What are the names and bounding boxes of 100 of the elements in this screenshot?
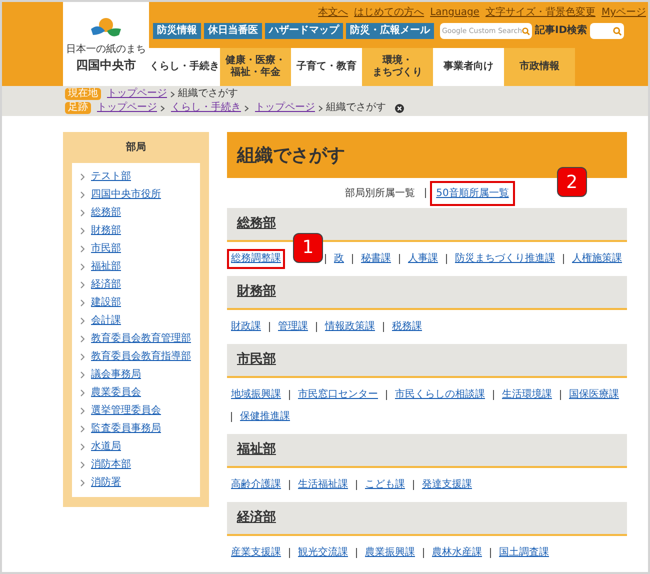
section-link[interactable]: こども課 (361, 475, 409, 495)
section-link[interactable]: 管理課 (274, 317, 312, 337)
search-icon (522, 26, 530, 36)
header-link[interactable]: Myページ (601, 8, 646, 18)
chevron-icon (80, 245, 85, 253)
chevron-icon (318, 104, 323, 112)
department-name[interactable]: 総務部 (237, 214, 276, 234)
chevron-icon (80, 479, 85, 487)
sidebar-link[interactable]: 市民部 (91, 243, 121, 255)
sidebar-link[interactable]: 議会事務局 (91, 369, 141, 381)
section-link[interactable]: 政 (330, 249, 348, 269)
breadcrumb-link[interactable]: くらし・手続き (171, 103, 241, 113)
breadcrumb-badge: 現在地 (65, 88, 101, 100)
close-icon[interactable] (395, 104, 404, 112)
section-link[interactable]: 総務調整課 (227, 249, 285, 269)
chevron-icon (80, 407, 85, 415)
header-link[interactable]: 文字サイズ・背景色変更 (485, 8, 596, 18)
chevron-icon (80, 191, 85, 199)
nav-tab[interactable]: 環境・ まちづくり (362, 48, 433, 86)
section-link[interactable]: 農業振興課 (361, 543, 419, 563)
sidebar-link[interactable]: 水道局 (91, 441, 121, 453)
chevron-icon (80, 353, 85, 361)
section-link[interactable]: 人権施策課 (568, 249, 626, 269)
section-link[interactable]: 財政課 (227, 317, 265, 337)
sidebar-link[interactable]: 選挙管理委員会 (91, 405, 161, 417)
sidebar-link[interactable]: 建設部 (91, 297, 121, 309)
quick-button[interactable]: 防災情報 (153, 23, 201, 39)
sidebar-link[interactable]: 教育委員会教育管理部 (91, 333, 191, 345)
department-name[interactable]: 財務部 (237, 282, 276, 302)
section-link[interactable]: 農林水産課 (428, 543, 486, 563)
quick-button[interactable]: 休日当番医 (204, 23, 262, 39)
sidebar-link[interactable]: 財務部 (91, 225, 121, 237)
chevron-icon (244, 104, 249, 112)
search-icon (613, 26, 622, 36)
chevron-icon (80, 281, 85, 289)
sidebar-link[interactable]: 経済部 (91, 279, 121, 291)
section-link[interactable]: 生活環境課 (498, 385, 556, 405)
section-link[interactable]: 税務課 (388, 317, 426, 337)
list-view-label: 部局別所属一覧 (344, 186, 416, 200)
sidebar-link[interactable]: 会計課 (91, 315, 121, 327)
sidebar-link[interactable]: 農業委員会 (91, 387, 141, 399)
section-link[interactable]: 高齢介護課 (227, 475, 285, 495)
sidebar-link[interactable]: 総務部 (91, 207, 121, 219)
chevron-icon (80, 299, 85, 307)
sidebar-link[interactable]: 福祉部 (91, 261, 121, 273)
section-link[interactable]: 国土調査課 (495, 543, 553, 563)
page-title: 組織でさがす (237, 144, 345, 168)
logo-tagline: 日本一の紙のまち (66, 45, 146, 55)
chevron-icon (80, 227, 85, 235)
section-link[interactable]: 防災まちづくり推進課 (451, 249, 559, 269)
department-name[interactable]: 福祉部 (237, 440, 276, 460)
sidebar-link[interactable]: 四国中央市役所 (91, 189, 161, 201)
chevron-icon (80, 425, 85, 433)
section-link[interactable]: 情報政策課 (321, 317, 379, 337)
nav-tab[interactable]: 事業者向け (433, 48, 504, 86)
sidebar-link[interactable]: 消防署 (91, 477, 121, 489)
breadcrumb-current: 組織でさがす (178, 89, 238, 99)
breadcrumb-link[interactable]: トップページ (255, 103, 315, 113)
section-link[interactable]: 地域振興課 (227, 385, 285, 405)
department-name[interactable]: 経済部 (237, 508, 276, 528)
chevron-icon (80, 335, 85, 343)
department-name[interactable]: 市民部 (237, 350, 276, 370)
number-callout: 2 (556, 167, 587, 197)
section-link[interactable]: 発達支援課 (418, 475, 476, 495)
number-callout: 1 (293, 233, 323, 263)
chevron-icon (80, 173, 85, 181)
nav-tab[interactable]: 市政情報 (504, 48, 575, 86)
breadcrumb-current: 組織でさがす (326, 103, 386, 113)
chevron-icon (80, 389, 85, 397)
header-link[interactable]: はじめての方へ (354, 8, 424, 18)
section-link[interactable]: 国保医療課 (565, 385, 623, 405)
section-link[interactable]: 市民くらしの相談課 (391, 385, 489, 405)
quick-button[interactable]: 防災・広報メール (346, 23, 434, 39)
section-link[interactable]: 市民窓口センター (294, 385, 382, 405)
id-search-field[interactable] (590, 23, 624, 39)
nav-tab[interactable]: 健康・医療・ 福祉・年金 (220, 48, 291, 86)
section-link[interactable]: 秘書課 (357, 249, 395, 269)
section-link[interactable]: 生活福祉課 (294, 475, 352, 495)
sidebar-link[interactable]: 監査委員事務局 (91, 423, 161, 435)
id-search-label: 記事ID検索 (535, 26, 588, 36)
section-link[interactable]: 保健推進課 (236, 407, 294, 427)
header-link[interactable]: 本文へ (318, 8, 348, 18)
section-link[interactable]: 人事課 (404, 249, 442, 269)
breadcrumb-badge: 足跡 (65, 102, 91, 114)
header-link[interactable]: Language (430, 8, 480, 18)
breadcrumb-link[interactable]: トップページ (107, 89, 167, 99)
nav-tab[interactable]: くらし・手続き (149, 48, 220, 86)
sidebar-link[interactable]: 消防本部 (91, 459, 131, 471)
quick-button[interactable]: ハザードマップ (265, 23, 343, 39)
chevron-icon (80, 317, 85, 325)
section-link[interactable]: 産業支援課 (227, 543, 285, 563)
section-link[interactable]: 観光交流課 (294, 543, 352, 563)
breadcrumb-link[interactable]: トップページ (97, 103, 157, 113)
nav-tab[interactable]: 子育て・教育 (291, 48, 362, 86)
chevron-icon (80, 209, 85, 217)
sidebar-title: 部局 (124, 140, 147, 155)
chevron-icon (80, 263, 85, 271)
list-view-link[interactable]: 50音順所属一覧 (430, 180, 515, 206)
sidebar-link[interactable]: テスト部 (91, 171, 131, 183)
sidebar-link[interactable]: 教育委員会教育指導部 (91, 351, 191, 363)
